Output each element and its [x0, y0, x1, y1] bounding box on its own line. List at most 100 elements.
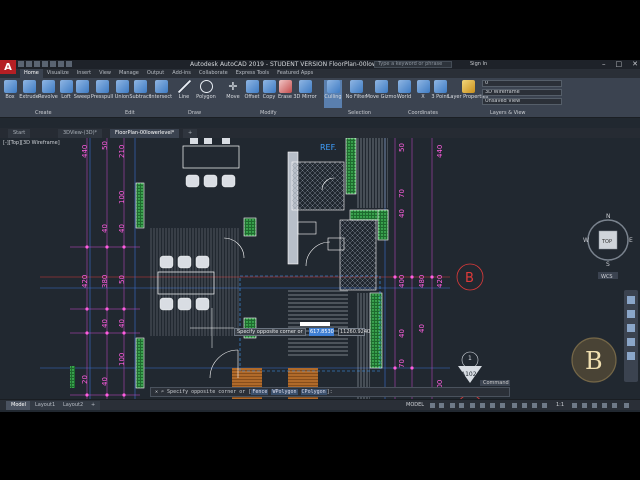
transparency-icon[interactable] — [500, 403, 505, 408]
sign-in-link[interactable]: Sign In — [470, 61, 487, 67]
offset-button[interactable]: Offset — [243, 80, 261, 100]
orbit-icon[interactable] — [627, 338, 635, 346]
named-view-dropdown[interactable]: Unsaved View — [482, 98, 562, 105]
drawing-canvas[interactable]: [-][Top][3D Wireframe] 440 50 210 100 40… — [0, 138, 640, 400]
new-tab-button[interactable]: + — [183, 129, 198, 138]
osnap-icon[interactable] — [470, 403, 475, 408]
tab-express-tools[interactable]: Express Tools — [232, 69, 273, 78]
culling-button[interactable]: Culling — [324, 80, 342, 108]
ucs-x-button[interactable]: X — [414, 80, 432, 100]
command-close-icon[interactable]: ✕ ⌕ — [155, 389, 167, 395]
workspace-gear-icon[interactable] — [572, 403, 577, 408]
selection-cycling-icon[interactable] — [512, 403, 517, 408]
customization-icon[interactable] — [624, 403, 629, 408]
panel-label-modify[interactable]: Modify — [260, 110, 277, 116]
file-tab-start[interactable]: Start — [8, 129, 31, 138]
panel-label-coordinates[interactable]: Coordinates — [408, 110, 438, 116]
tab-visualize[interactable]: Visualize — [43, 69, 73, 78]
layout-tab-layout2[interactable]: Layout2 — [58, 401, 89, 410]
tab-home[interactable]: Home — [20, 69, 43, 78]
annotation-scale[interactable]: 1:1 — [556, 402, 564, 408]
open-icon[interactable] — [26, 61, 32, 67]
wcs-menu[interactable]: WCS — [601, 274, 613, 280]
undo-icon[interactable] — [58, 61, 64, 67]
panel-label-create[interactable]: Create — [35, 110, 52, 116]
box-button[interactable]: Box — [1, 80, 19, 100]
3d-osnap-icon[interactable] — [522, 403, 527, 408]
file-tab-3dview[interactable]: 3DView-(3D)* — [58, 129, 103, 138]
tab-insert[interactable]: Insert — [73, 69, 95, 78]
tab-output[interactable]: Output — [143, 69, 168, 78]
compass-e[interactable]: E — [629, 237, 633, 244]
viewport-controls[interactable]: [-][Top][3D Wireframe] — [3, 140, 60, 146]
compass-n[interactable]: N — [606, 213, 611, 220]
maximize-icon[interactable]: □ — [616, 60, 623, 68]
help-search-input[interactable]: Type a keyword or phrase — [374, 61, 452, 68]
dynamic-input-x[interactable]: 617.8530 — [309, 328, 334, 336]
panel-label-edit[interactable]: Edit — [125, 110, 135, 116]
layer-dropdown[interactable]: 0 — [482, 80, 562, 87]
section-marker[interactable]: 1 A102 — [458, 351, 482, 383]
intersect-button[interactable]: Intersect — [150, 80, 172, 100]
command-history-header[interactable]: Command — [480, 380, 510, 386]
panel-label-selection[interactable]: Selection — [348, 110, 371, 116]
save-icon[interactable] — [34, 61, 40, 67]
tab-addins[interactable]: Add-ins — [168, 69, 195, 78]
command-option-wpolygon[interactable]: WPolygon — [271, 389, 298, 395]
move-button[interactable]: ✛ Move — [224, 80, 242, 100]
isolate-objects-icon[interactable] — [592, 403, 597, 408]
viewcube-top-face[interactable]: TOP — [601, 239, 612, 245]
union-button[interactable]: Union — [113, 80, 131, 100]
tab-view[interactable]: View — [95, 69, 115, 78]
annotation-visibility-icon[interactable] — [542, 403, 547, 408]
tab-featured-apps[interactable]: Featured Apps — [273, 69, 317, 78]
navigation-bar[interactable] — [624, 290, 638, 382]
otrack-icon[interactable] — [480, 403, 485, 408]
presspull-button[interactable]: Presspull — [91, 80, 113, 100]
tab-collaborate[interactable]: Collaborate — [195, 69, 232, 78]
file-tab-floorplan[interactable]: FloorPlan-00lowerlevel* — [110, 129, 180, 138]
command-option-cpolygon[interactable]: CPolygon — [300, 389, 327, 395]
model-space-toggle[interactable]: MODEL — [406, 402, 424, 408]
redo-icon[interactable] — [66, 61, 72, 67]
command-option-fence[interactable]: Fence — [251, 389, 269, 395]
revolve-button[interactable]: Revolve — [38, 80, 58, 100]
plot-icon[interactable] — [50, 61, 56, 67]
polar-icon[interactable] — [459, 403, 464, 408]
hardware-acceleration-icon[interactable] — [602, 403, 607, 408]
grid-bubble-b[interactable]: B — [456, 263, 484, 291]
saveas-icon[interactable] — [42, 61, 48, 67]
layout-tab-model[interactable]: Model — [6, 401, 32, 410]
erase-button[interactable]: Erase — [276, 80, 294, 100]
move-gizmo-button[interactable]: Move Gizmo — [366, 80, 396, 100]
world-button[interactable]: World — [395, 80, 413, 100]
line-button[interactable]: Line — [175, 80, 193, 100]
compass-s[interactable]: S — [606, 261, 610, 268]
three-point-button[interactable]: 3 Point — [431, 80, 449, 100]
command-line[interactable]: ✕ ⌕ Specify opposite corner or [Fence WP… — [150, 387, 510, 397]
compass-w[interactable]: W — [583, 237, 589, 244]
showmotion-icon[interactable] — [627, 352, 635, 360]
subtract-button[interactable]: Subtract — [129, 80, 151, 100]
visual-style-dropdown[interactable]: 3D Wireframe — [482, 89, 562, 96]
viewcube[interactable]: TOP N S E W WCS — [583, 213, 633, 280]
tab-manage[interactable]: Manage — [115, 69, 143, 78]
layer-properties-button[interactable]: Layer Properties — [448, 80, 488, 100]
no-filter-button[interactable]: No Filter — [346, 80, 366, 100]
full-navigation-wheel-icon[interactable] — [627, 296, 635, 304]
autocad-logo-icon[interactable]: A — [0, 60, 16, 74]
minimize-icon[interactable]: – — [602, 60, 606, 68]
add-layout-button[interactable]: + — [86, 401, 101, 410]
clean-screen-icon[interactable] — [612, 403, 617, 408]
sweep-button[interactable]: Sweep — [73, 80, 91, 100]
grid-icon[interactable] — [430, 403, 435, 408]
layout-tab-layout1[interactable]: Layout1 — [30, 401, 61, 410]
close-icon[interactable]: ✕ — [632, 60, 638, 68]
dynamic-ucs-icon[interactable] — [532, 403, 537, 408]
3d-mirror-button[interactable]: 3D Mirror — [293, 80, 317, 100]
polygon-button[interactable]: Polygon — [196, 80, 216, 100]
lineweight-icon[interactable] — [490, 403, 495, 408]
annotation-monitor-icon[interactable] — [582, 403, 587, 408]
ortho-icon[interactable] — [450, 403, 455, 408]
pan-icon[interactable] — [627, 310, 635, 318]
